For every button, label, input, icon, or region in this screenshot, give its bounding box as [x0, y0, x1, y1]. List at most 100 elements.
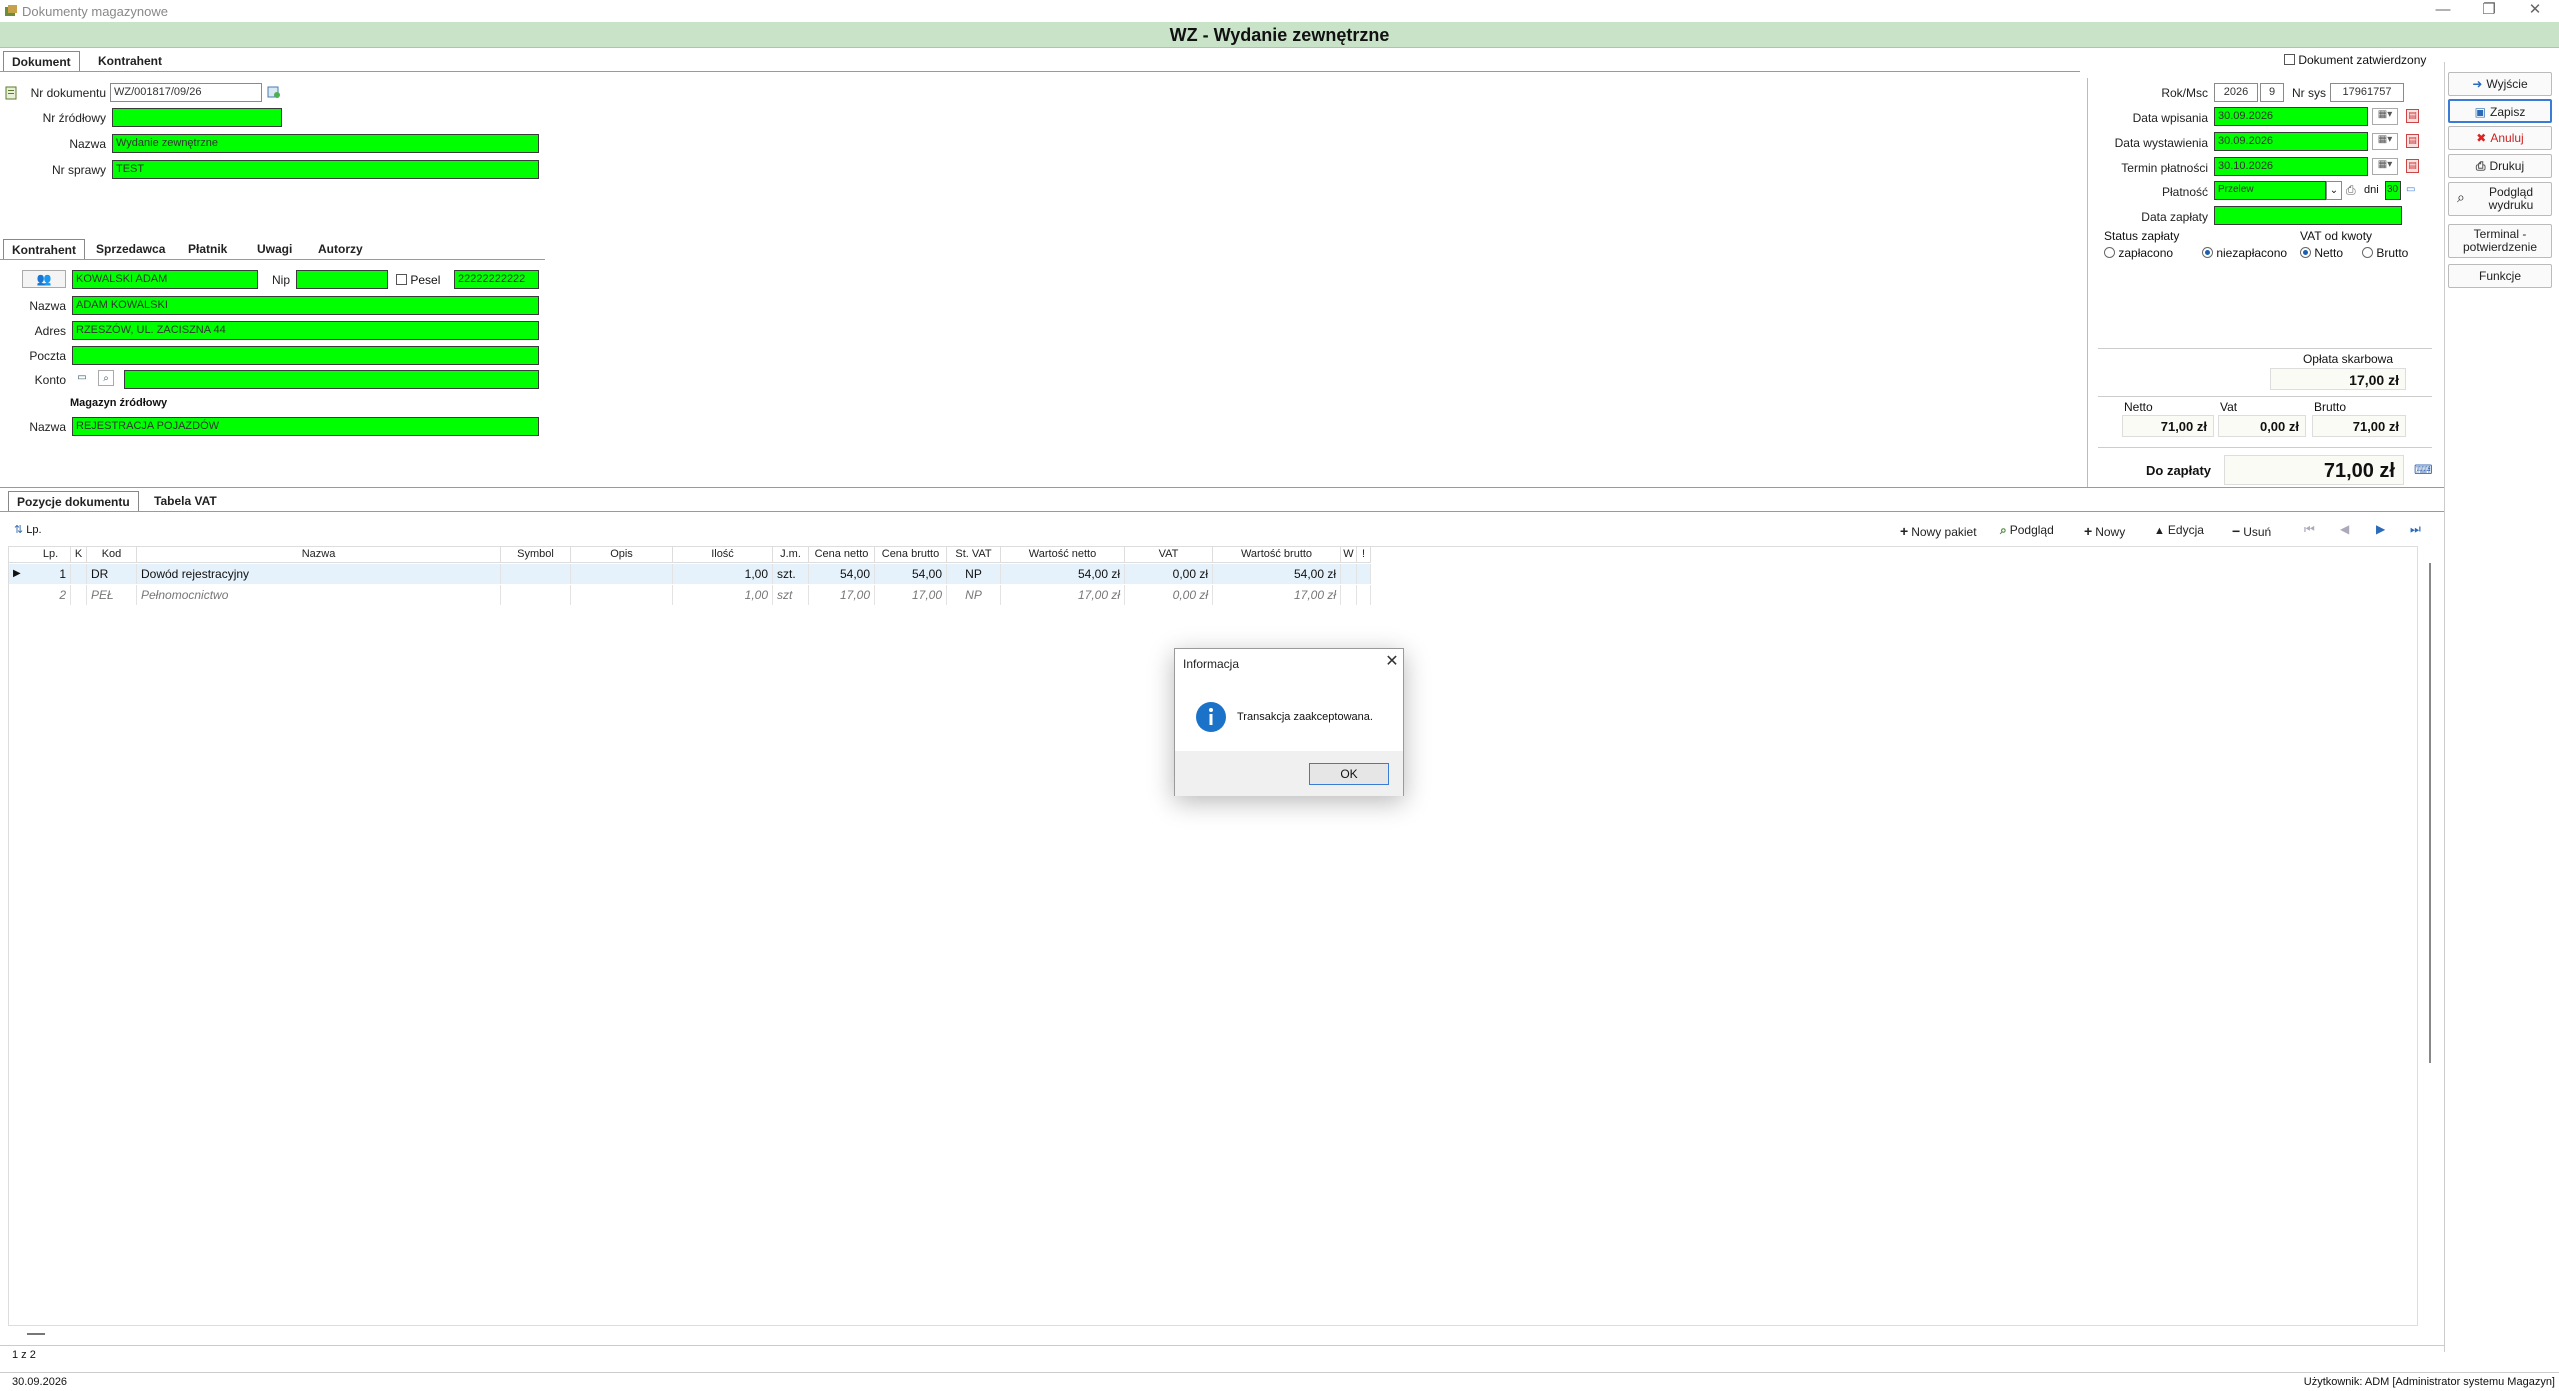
konto-field[interactable]: [124, 370, 539, 389]
tab-pozycje-dokumentu[interactable]: Pozycje dokumentu: [8, 491, 139, 511]
dni-field[interactable]: 30: [2385, 181, 2401, 200]
dialog-close-button[interactable]: ✕: [1383, 653, 1401, 671]
funkcje-button[interactable]: Funkcje: [2448, 264, 2552, 288]
col-wartosc-netto[interactable]: Wartość netto: [1001, 547, 1125, 563]
card-icon[interactable]: ▭: [2406, 184, 2415, 195]
calendar-icon[interactable]: ▤: [2406, 159, 2419, 173]
select-contractor-button[interactable]: 👥: [22, 270, 66, 288]
next-page-icon[interactable]: ▶: [2376, 522, 2385, 536]
col-vat[interactable]: VAT: [1125, 547, 1213, 563]
subtab-uwagi[interactable]: Uwagi: [249, 239, 300, 259]
nr-sprawy-field[interactable]: TEST: [112, 160, 539, 179]
poczta-field[interactable]: [72, 346, 539, 365]
nr-zrodlowy-field[interactable]: [112, 108, 282, 127]
table-row[interactable]: 2 PEŁ Pełnomocnictwo 1,00 szt 17,00 17,0…: [9, 585, 1371, 605]
status-niezaplacono-radio[interactable]: niezapłacono: [2202, 246, 2287, 260]
table-scrollbar[interactable]: [2425, 563, 2435, 1063]
tab-tabela-vat[interactable]: Tabela VAT: [146, 491, 225, 511]
anuluj-button[interactable]: ✖ Anuluj: [2448, 126, 2552, 150]
msc-field[interactable]: 9: [2260, 83, 2284, 102]
subtab-sprzedawca[interactable]: Sprzedawca: [88, 239, 173, 259]
podglad-wydruku-button[interactable]: ⌕ Podgląd wydruku: [2448, 182, 2552, 216]
data-wystawienia-field[interactable]: 30.09.2026: [2214, 132, 2368, 151]
calendar-dropdown-icon[interactable]: ▦▾: [2372, 158, 2398, 175]
edycja-button[interactable]: ▲ Edycja: [2154, 523, 2204, 537]
prev-page-icon[interactable]: ◀: [2340, 522, 2349, 536]
col-symbol[interactable]: Symbol: [501, 547, 571, 563]
confirmed-check-box[interactable]: [2284, 54, 2295, 65]
pesel-checkbox[interactable]: Pesel: [396, 273, 440, 287]
subtab-divider: [0, 259, 545, 260]
platnosc-select[interactable]: Przelew: [2214, 181, 2326, 200]
radio-netto[interactable]: [2300, 247, 2311, 258]
nazwa-field[interactable]: Wydanie zewnętrzne: [112, 134, 539, 153]
pesel-field[interactable]: 22222222222: [454, 270, 539, 289]
confirmed-checkbox[interactable]: Dokument zatwierdzony: [2284, 53, 2426, 67]
bank-card-icon[interactable]: ▭: [74, 370, 90, 386]
col-cena-netto[interactable]: Cena netto: [809, 547, 875, 563]
subtab-autorzy[interactable]: Autorzy: [310, 239, 371, 259]
col-k[interactable]: K: [71, 547, 87, 563]
subtab-kontrahent[interactable]: Kontrahent: [3, 239, 85, 259]
col-nazwa[interactable]: Nazwa: [137, 547, 501, 563]
tab-kontrahent[interactable]: Kontrahent: [90, 51, 170, 71]
calendar-dropdown-icon[interactable]: ▦▾: [2372, 108, 2398, 125]
wyjscie-button[interactable]: ➜ Wyjście: [2448, 72, 2552, 96]
first-page-icon[interactable]: ⏮: [2304, 522, 2315, 537]
col-lp[interactable]: Lp.: [31, 547, 71, 563]
col-opis[interactable]: Opis: [571, 547, 673, 563]
col-cena-brutto[interactable]: Cena brutto: [875, 547, 947, 563]
account-search-icon[interactable]: ⌕: [98, 370, 114, 386]
close-window-button[interactable]: ✕: [2512, 0, 2558, 22]
col-flag[interactable]: !: [1357, 547, 1371, 563]
scrollbar-thumb[interactable]: [2429, 563, 2431, 1063]
col-wartosc-brutto[interactable]: Wartość brutto: [1213, 547, 1341, 563]
drukuj-button[interactable]: ⎙ Drukuj: [2448, 154, 2552, 178]
podglad-button[interactable]: ⌕ Podgląd: [2000, 523, 2054, 538]
col-st-vat[interactable]: St. VAT: [947, 547, 1001, 563]
number-picker-icon[interactable]: [267, 85, 281, 99]
calendar-icon[interactable]: ▤: [2406, 109, 2419, 123]
calendar-dropdown-icon[interactable]: ▦▾: [2372, 133, 2398, 150]
usun-button[interactable]: − Usuń: [2232, 523, 2271, 539]
termin-platnosci-field[interactable]: 30.10.2026: [2214, 157, 2368, 176]
rok-field[interactable]: 2026: [2214, 83, 2258, 102]
subtab-platnik[interactable]: Płatnik: [180, 239, 235, 259]
radio-niezaplacono[interactable]: [2202, 247, 2213, 258]
status-zaplacono-radio[interactable]: zapłacono: [2104, 246, 2173, 260]
radio-zaplacono[interactable]: [2104, 247, 2115, 258]
col-ilosc[interactable]: Ilość: [673, 547, 773, 563]
pesel-check-box[interactable]: [396, 274, 407, 285]
payment-terminal-icon[interactable]: ⌨: [2414, 462, 2433, 478]
lp-sort-button[interactable]: ⇅ Lp.: [14, 523, 42, 536]
terminal-button[interactable]: Terminal - potwierdzenie: [2448, 224, 2552, 258]
last-page-icon[interactable]: ⏭: [2410, 522, 2421, 537]
kontrahent-nazwa-field[interactable]: ADAM KOWALSKI: [72, 296, 539, 315]
calendar-icon[interactable]: ▤: [2406, 134, 2419, 148]
vat-netto-radio[interactable]: Netto: [2300, 246, 2343, 260]
magazyn-nazwa-field[interactable]: REJESTRACJA POJAZDÓW: [72, 417, 539, 436]
contractor-short-field[interactable]: KOWALSKI ADAM: [72, 270, 258, 289]
do-zaplaty-label: Do zapłaty: [2146, 463, 2212, 478]
chevron-down-icon[interactable]: ⌄: [2326, 181, 2342, 200]
vat-brutto-radio[interactable]: Brutto: [2362, 246, 2408, 260]
data-wpisania-field[interactable]: 30.09.2026: [2214, 107, 2368, 126]
col-jm[interactable]: J.m.: [773, 547, 809, 563]
nr-dokumentu-field[interactable]: WZ/001817/09/26: [110, 83, 262, 102]
horizontal-scrollbar-thumb[interactable]: [27, 1333, 45, 1335]
radio-brutto[interactable]: [2362, 247, 2373, 258]
printer-small-icon[interactable]: ⎙: [2346, 183, 2356, 198]
restore-button[interactable]: ❐: [2466, 0, 2512, 22]
data-zaplaty-field[interactable]: [2214, 206, 2402, 225]
col-kod[interactable]: Kod: [87, 547, 137, 563]
ok-button[interactable]: OK: [1309, 763, 1389, 785]
nowy-pakiet-button[interactable]: + Nowy pakiet: [1900, 523, 1977, 539]
table-row[interactable]: ▶ 1 DR Dowód rejestracyjny 1,00 szt. 54,…: [9, 564, 1371, 584]
col-w[interactable]: W: [1341, 547, 1357, 563]
nowy-button[interactable]: + Nowy: [2084, 523, 2125, 539]
zapisz-button[interactable]: ▣ Zapisz: [2448, 99, 2552, 123]
nip-field[interactable]: [296, 270, 388, 289]
tab-dokument[interactable]: Dokument: [3, 51, 80, 71]
minimize-button[interactable]: —: [2420, 0, 2466, 22]
adres-field[interactable]: RZESZÓW, UL. ZACISZNA 44: [72, 321, 539, 340]
